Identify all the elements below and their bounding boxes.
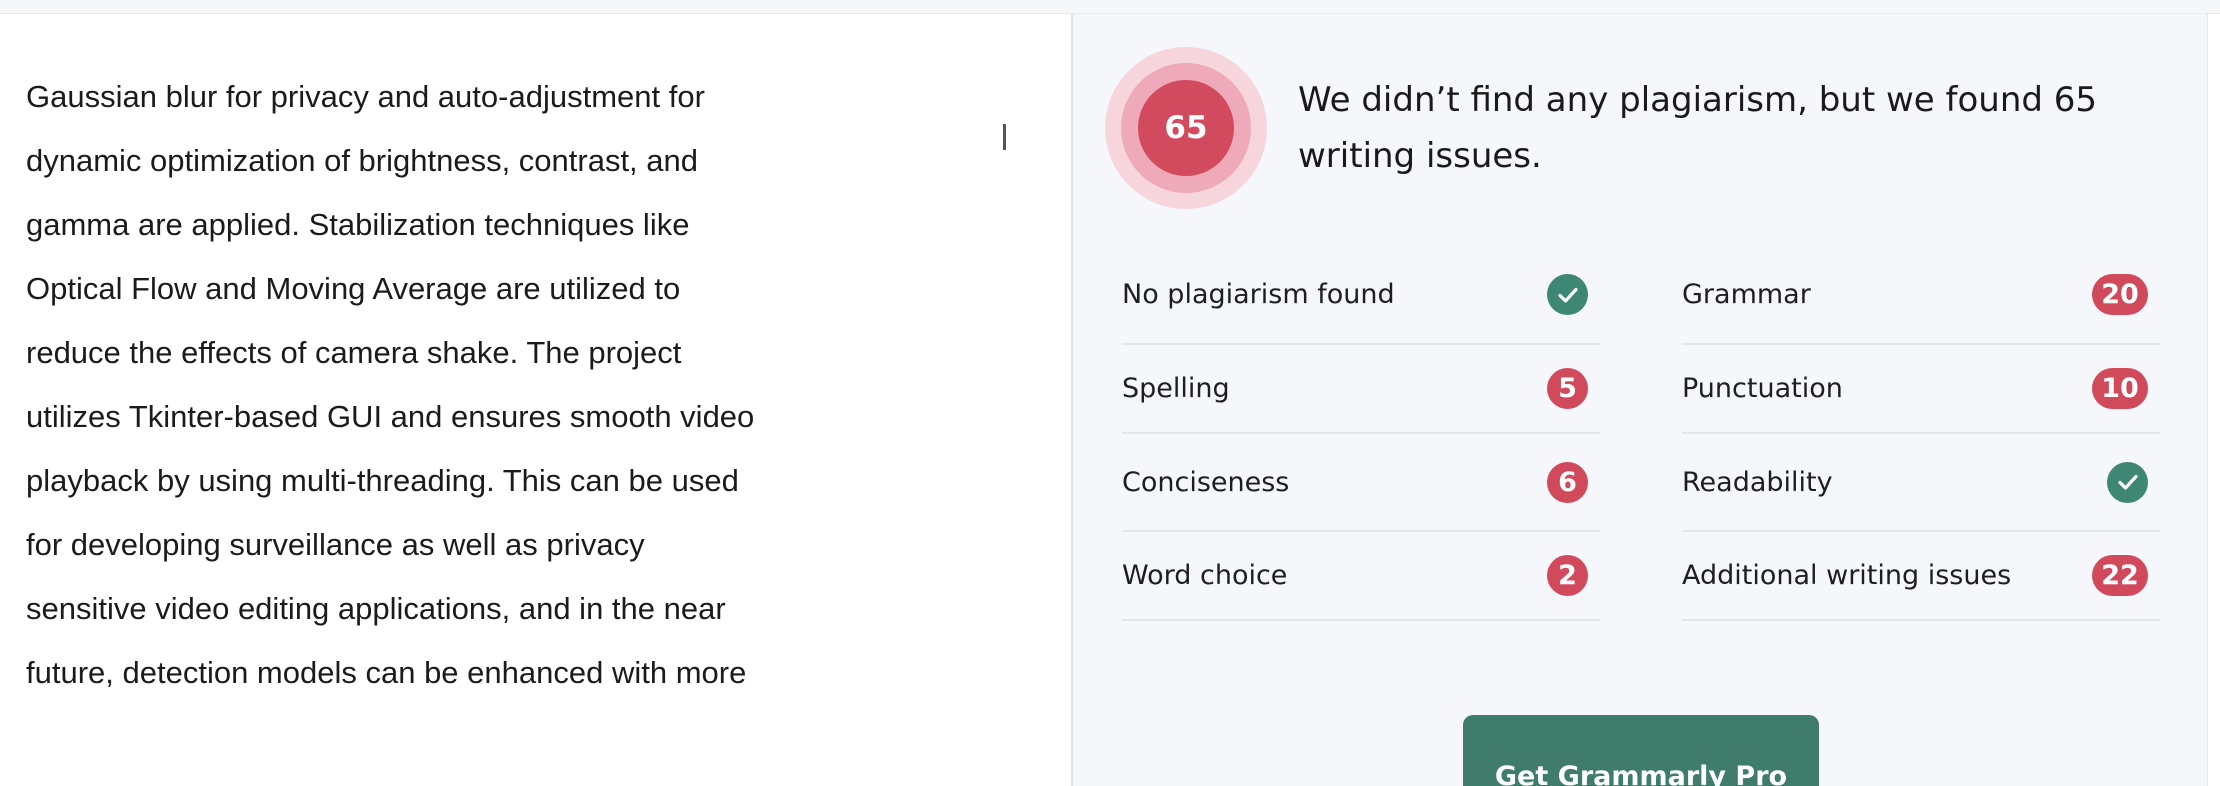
issue-label: No plagiarism found [1122, 279, 1395, 310]
document-line[interactable]: Gaussian blur for privacy and auto-adjus… [26, 65, 816, 129]
document-pane[interactable]: Gaussian blur for privacy and auto-adjus… [0, 14, 1071, 786]
issue-count-badge: 5 [1547, 368, 1588, 409]
report-headline: We didn’t find any plagiarism, but we fo… [1298, 80, 2098, 176]
document-text[interactable]: Gaussian blur for privacy and auto-adjus… [26, 65, 816, 705]
issue-label: Conciseness [1122, 466, 1290, 498]
score-value: 65 [1138, 80, 1234, 176]
get-grammarly-pro-button[interactable]: Get Grammarly Pro [1463, 715, 1819, 786]
plagiarism-report-panel: 65 We didn’t find any plagiarism, but we… [1073, 14, 2208, 786]
document-line[interactable]: future, detection models can be enhanced… [26, 641, 816, 705]
issue-column-right: Grammar 20 Punctuation 10 Readability Ad… [1682, 246, 2160, 621]
score-indicator: 65 [1105, 47, 1267, 209]
text-cursor-icon [1003, 124, 1006, 150]
issue-label: Word choice [1122, 560, 1288, 591]
issue-label: Additional writing issues [1682, 560, 2012, 591]
issue-label: Punctuation [1682, 373, 1843, 404]
issue-label: Readability [1682, 466, 1833, 498]
issue-row-readability[interactable]: Readability [1682, 434, 2160, 532]
document-line[interactable]: gamma are applied. Stabilization techniq… [26, 193, 816, 257]
issue-row-additional[interactable]: Additional writing issues 22 [1682, 532, 2160, 621]
issue-row-grammar[interactable]: Grammar 20 [1682, 246, 2160, 345]
issue-row-spelling[interactable]: Spelling 5 [1122, 345, 1600, 434]
issue-row-conciseness[interactable]: Conciseness 6 [1122, 434, 1600, 532]
top-toolbar-strip [0, 0, 2220, 14]
document-line[interactable]: for developing surveillance as well as p… [26, 513, 816, 577]
document-line[interactable]: dynamic optimization of brightness, cont… [26, 129, 816, 193]
issue-column-left: No plagiarism found Spelling 5 Concisene… [1122, 246, 1600, 621]
issue-summary: No plagiarism found Spelling 5 Concisene… [1122, 246, 2200, 626]
document-line[interactable]: playback by using multi-threading. This … [26, 449, 816, 513]
issue-count-badge: 2 [1547, 555, 1588, 596]
document-line[interactable]: Optical Flow and Moving Average are util… [26, 257, 816, 321]
issue-count-badge: 10 [2092, 368, 2148, 409]
document-viewport[interactable]: Gaussian blur for privacy and auto-adjus… [0, 64, 1071, 711]
issue-row-punctuation[interactable]: Punctuation 10 [1682, 345, 2160, 434]
issue-label: Spelling [1122, 373, 1230, 404]
issue-label: Grammar [1682, 279, 1811, 310]
issue-count-badge: 20 [2092, 274, 2148, 315]
issue-row-word-choice[interactable]: Word choice 2 [1122, 532, 1600, 621]
document-line[interactable]: reduce the effects of camera shake. The … [26, 321, 816, 385]
issue-count-badge: 22 [2092, 555, 2148, 596]
issue-row-plagiarism[interactable]: No plagiarism found [1122, 246, 1600, 345]
checkmark-icon [1547, 274, 1588, 315]
issue-count-badge: 6 [1547, 461, 1588, 503]
checkmark-icon [2107, 461, 2148, 503]
document-line[interactable]: sensitive video editing applications, an… [26, 577, 816, 641]
document-line[interactable]: utilizes Tkinter-based GUI and ensures s… [26, 385, 816, 449]
